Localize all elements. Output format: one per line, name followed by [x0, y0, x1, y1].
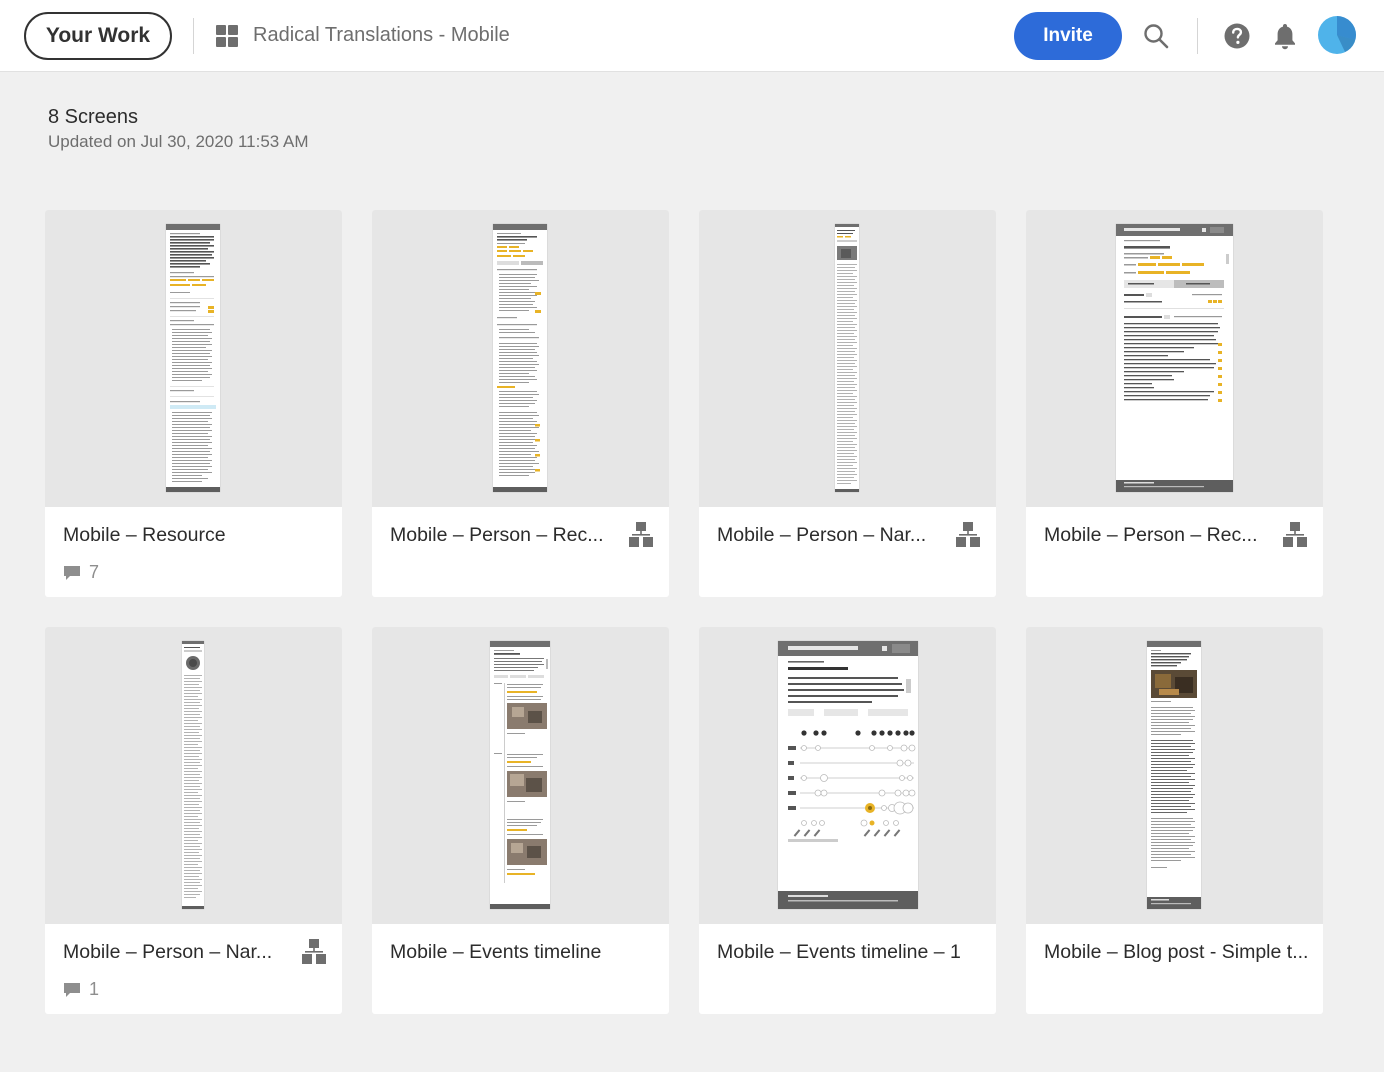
comment-count[interactable]: 7	[63, 562, 99, 583]
header-divider	[193, 18, 194, 54]
comment-count-value: 1	[89, 979, 100, 999]
screen-thumbnail[interactable]	[1026, 210, 1323, 507]
screen-card[interactable]: Mobile – Events timeline	[372, 627, 669, 1014]
bell-icon[interactable]	[1269, 20, 1301, 52]
card-title[interactable]: Mobile – Person – Rec...	[1044, 524, 1284, 547]
thumbnail-mock	[778, 641, 918, 909]
thumbnail-mock	[493, 224, 547, 492]
updated-timestamp: Updated on Jul 30, 2020 11:53 AM	[48, 132, 309, 151]
thumbnail-mock	[835, 224, 859, 492]
help-icon[interactable]	[1221, 20, 1253, 52]
comment-icon	[64, 983, 80, 997]
card-title[interactable]: Mobile – Person – Rec...	[390, 524, 630, 547]
top-bar: Your Work Radical Translations - Mobile …	[0, 0, 1384, 72]
header-divider-2	[1197, 18, 1198, 54]
project-title: Radical Translations - Mobile	[253, 24, 510, 46]
comment-icon	[64, 566, 80, 580]
search-icon[interactable]	[1140, 20, 1172, 52]
avatar[interactable]	[1318, 16, 1356, 54]
comment-count[interactable]: 1	[63, 979, 99, 1000]
thumbnail-mock	[182, 641, 204, 909]
card-title[interactable]: Mobile – Blog post - Simple t...	[1044, 941, 1314, 964]
grid-icon[interactable]	[216, 25, 238, 47]
card-title[interactable]: Mobile – Events timeline – 1	[717, 941, 987, 964]
screen-thumbnail[interactable]	[699, 627, 996, 924]
screen-card[interactable]: Mobile – Events timeline – 1	[699, 627, 996, 1014]
screen-card[interactable]: Mobile – Person – Nar...	[699, 210, 996, 597]
thumbnail-mock	[1116, 224, 1233, 492]
thumbnail-mock	[490, 641, 550, 909]
flow-icon[interactable]	[629, 522, 653, 548]
card-title[interactable]: Mobile – Person – Nar...	[717, 524, 957, 547]
screen-thumbnail[interactable]	[372, 210, 669, 507]
card-title[interactable]: Mobile – Events timeline	[390, 941, 660, 964]
screen-thumbnail[interactable]	[45, 210, 342, 507]
screen-thumbnail[interactable]	[372, 627, 669, 924]
comment-count-value: 7	[89, 562, 100, 582]
card-title[interactable]: Mobile – Resource	[63, 524, 333, 547]
invite-button[interactable]: Invite	[1014, 12, 1122, 60]
thumbnail-mock	[166, 224, 220, 492]
screen-card[interactable]: Mobile – Blog post - Simple t...	[1026, 627, 1323, 1014]
flow-icon[interactable]	[1283, 522, 1307, 548]
card-title[interactable]: Mobile – Person – Nar...	[63, 941, 303, 964]
screen-thumbnail[interactable]	[1026, 627, 1323, 924]
screen-thumbnail[interactable]	[45, 627, 342, 924]
flow-icon[interactable]	[956, 522, 980, 548]
screen-card[interactable]: Mobile – Person – Rec...	[1026, 210, 1323, 597]
screens-count: 8 Screens	[48, 106, 139, 128]
flow-icon[interactable]	[302, 939, 326, 965]
thumbnail-mock	[1147, 641, 1201, 909]
screen-card[interactable]: Mobile – Person – Rec...	[372, 210, 669, 597]
screen-card[interactable]: Mobile – Resource 7	[45, 210, 342, 597]
your-work-button[interactable]: Your Work	[24, 12, 172, 60]
screen-thumbnail[interactable]	[699, 210, 996, 507]
screen-card[interactable]: Mobile – Person – Nar... 1	[45, 627, 342, 1014]
